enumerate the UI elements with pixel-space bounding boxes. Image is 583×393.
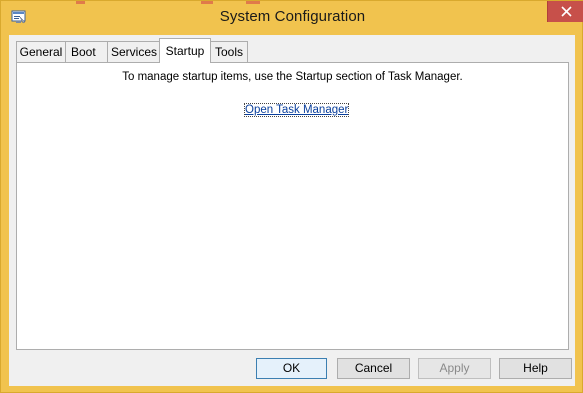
dialog-client-area: General Boot Services Startup Tools To m… — [9, 35, 575, 386]
tab-startup[interactable]: Startup — [159, 38, 211, 63]
help-button[interactable]: Help — [499, 358, 572, 379]
system-configuration-window: System Configuration General Boot Servic… — [0, 0, 583, 393]
tab-services[interactable]: Services — [107, 41, 161, 62]
startup-tab-panel: To manage startup items, use the Startup… — [16, 62, 569, 350]
tab-general[interactable]: General — [16, 41, 66, 62]
title-bar[interactable]: System Configuration — [1, 1, 583, 35]
open-task-manager-link[interactable]: Open Task Manager — [243, 103, 350, 117]
close-icon — [561, 6, 572, 17]
ok-button[interactable]: OK — [256, 358, 327, 379]
cancel-button[interactable]: Cancel — [337, 358, 410, 379]
background-sliver — [201, 1, 213, 4]
close-button[interactable] — [547, 1, 583, 22]
startup-message: To manage startup items, use the Startup… — [122, 71, 463, 83]
background-sliver — [76, 1, 85, 4]
window-title: System Configuration — [219, 8, 366, 25]
apply-button[interactable]: Apply — [418, 358, 491, 379]
background-sliver — [246, 1, 260, 4]
tab-boot[interactable]: Boot — [65, 41, 108, 62]
tab-tools[interactable]: Tools — [210, 41, 248, 62]
